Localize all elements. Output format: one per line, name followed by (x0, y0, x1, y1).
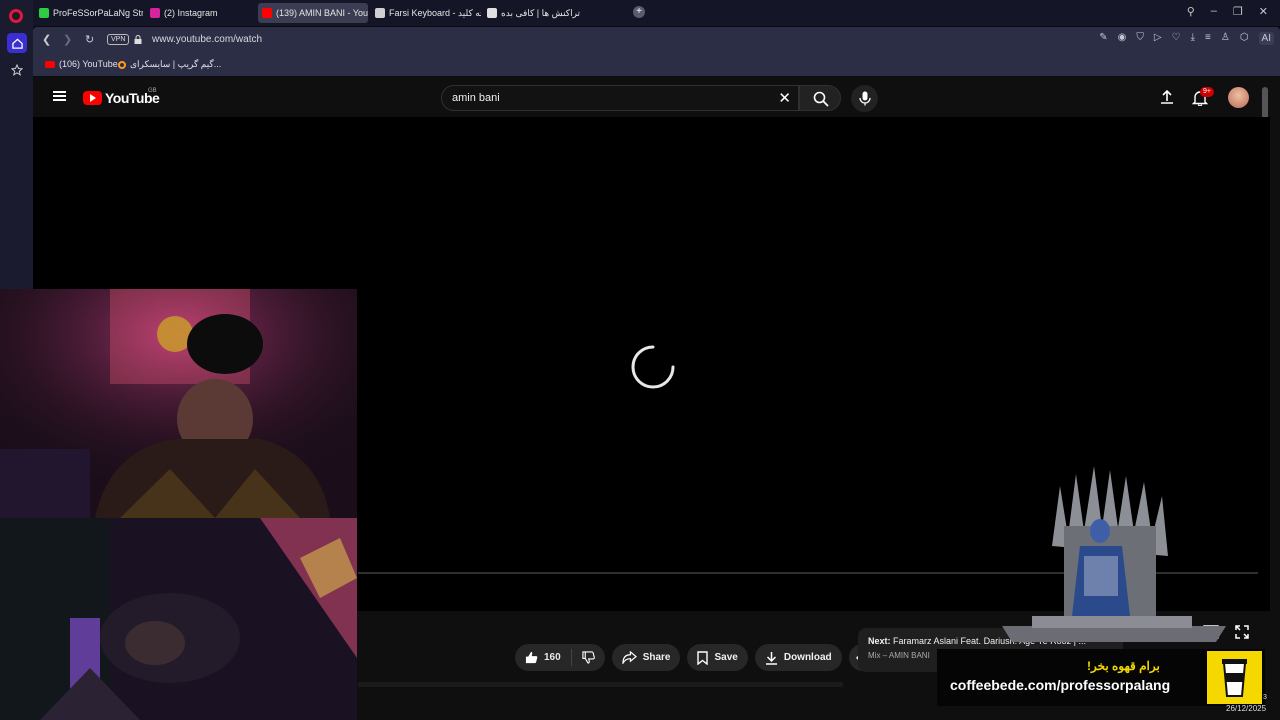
reload-icon[interactable]: ↻ (85, 33, 94, 46)
youtube-icon (262, 8, 272, 18)
address-bar-tools: ✎ ◉ ⛉ ▷ ♡ ⤓ ≡ ♙ ⬡ AI (1099, 32, 1274, 45)
bookmark-icon (697, 650, 709, 665)
loading-spinner-icon (631, 345, 675, 389)
heart-icon[interactable]: ♡ (1172, 32, 1181, 45)
donation-title: برام قهوه بخر! (1087, 659, 1160, 673)
clear-search-icon[interactable]: ✕ (778, 89, 791, 107)
youtube-icon (45, 60, 55, 68)
bookmark-label: گیم گریپ | سایسکرای... (130, 59, 222, 69)
forward-icon[interactable]: ❯ (63, 33, 72, 46)
like-button[interactable]: 160 (515, 649, 572, 666)
bookmark-label: (106) YouTube (59, 59, 118, 69)
youtube-play-icon (83, 91, 102, 105)
bookmark-gamegrip[interactable]: گیم گریپ | سایسکرای... (118, 59, 221, 70)
download-icon[interactable]: ⤓ (1191, 32, 1195, 45)
ai-button[interactable]: AI (1258, 32, 1274, 45)
search-input[interactable]: amin bani ✕ (441, 85, 799, 111)
camera-icon[interactable]: ◉ (1118, 32, 1127, 45)
edit-icon[interactable]: ✎ (1099, 32, 1107, 45)
minimize-icon[interactable]: – (1211, 5, 1217, 18)
opera-logo-icon[interactable] (9, 9, 23, 23)
url-field[interactable]: www.youtube.com/watch (152, 34, 262, 45)
keyboard-icon (375, 8, 385, 18)
like-count: 160 (544, 652, 561, 663)
bookmark-youtube[interactable]: (106) YouTube (45, 59, 118, 69)
ring-icon (118, 60, 126, 69)
instagram-icon (150, 8, 160, 18)
tab-stream[interactable]: ProFeSSorPaLaNg Stream (35, 3, 143, 23)
notification-count-badge: 9+ (1200, 87, 1214, 97)
tab-youtube[interactable]: (139) AMIN BANI - YouTube (258, 3, 368, 23)
tab-label: (2) Instagram (164, 8, 218, 18)
home-icon[interactable] (7, 33, 27, 53)
like-dislike-group: 160 (515, 644, 605, 671)
play-icon[interactable]: ▷ (1154, 32, 1162, 45)
webcam-overlay-face (0, 289, 357, 518)
share-label: Share (642, 652, 671, 663)
download-icon (765, 651, 777, 665)
coffee-cup-icon (1207, 651, 1262, 704)
star-icon[interactable] (7, 60, 27, 80)
taskbar-number: 3 (1263, 694, 1267, 701)
save-button[interactable]: Save (687, 644, 748, 671)
microphone-icon (859, 91, 871, 106)
shield-icon[interactable]: ⛉ (1136, 32, 1144, 45)
search-tabs-icon[interactable]: ⚲ (1187, 5, 1195, 18)
search-icon (813, 91, 829, 107)
webcam-overlay-desk (0, 518, 357, 720)
bookmarks-bar: (106) YouTube گیم گریپ | سایسکرای... (33, 54, 1280, 76)
tab-label: ProFeSSorPaLaNg Stream (53, 8, 143, 18)
tab-label: (139) AMIN BANI - YouTube (276, 8, 368, 18)
next-up-prefix: Next: (868, 636, 891, 646)
video-actions: 160 Share Save Download ••• (515, 644, 876, 671)
donation-url: coffeebede.com/professorpalang (950, 677, 1171, 693)
tab-label: ترا‌کنش ها | کافی بده (501, 7, 581, 18)
save-label: Save (714, 652, 738, 663)
tab-label: Farsi Keyboard - صفحه کلید (389, 7, 481, 18)
close-icon[interactable]: ✕ (1259, 5, 1268, 18)
address-bar: ❮ ❯ ↻ VPN www.youtube.com/watch ✎ ◉ ⛉ ▷ … (33, 27, 1280, 54)
taskbar-date: 26/12/2025 (1226, 704, 1267, 713)
description-edge (358, 682, 843, 687)
tab-instagram[interactable]: (2) Instagram (146, 3, 254, 23)
tab-farsi-keyboard[interactable]: Farsi Keyboard - صفحه کلید (371, 3, 481, 23)
webcam-desk-image (0, 518, 357, 720)
search-query: amin bani (452, 92, 500, 104)
restore-icon[interactable]: ❐ (1233, 5, 1243, 18)
vpn-badge[interactable]: VPN (107, 34, 130, 45)
tab-strip: ProFeSSorPaLaNg Stream (2) Instagram (13… (33, 0, 1280, 26)
coffee-icon (487, 8, 497, 18)
webcam-face-image (0, 289, 357, 518)
download-label: Download (783, 652, 832, 663)
youtube-header: YouTube GB amin bani ✕ 9+ (33, 77, 1270, 262)
share-button[interactable]: Share (611, 644, 681, 671)
throne-overlay-image (1002, 466, 1226, 642)
window-controls: ⚲ – ❐ ✕ (1187, 5, 1268, 18)
thumbs-up-icon (525, 651, 538, 664)
thumbs-down-icon (582, 651, 595, 664)
cube-icon[interactable]: ⬡ (1240, 32, 1249, 45)
fullscreen-icon[interactable] (1235, 625, 1249, 639)
avatar[interactable] (1228, 87, 1249, 108)
hamburger-menu-icon[interactable] (53, 91, 66, 101)
upload-icon[interactable] (1160, 90, 1174, 104)
back-icon[interactable]: ❮ (42, 33, 51, 46)
profile-icon[interactable]: ♙ (1221, 32, 1230, 45)
kick-icon (39, 8, 49, 18)
donation-banner: برام قهوه بخر! coffeebede.com/professorp… (937, 649, 1265, 706)
download-button[interactable]: Download (754, 644, 842, 671)
share-icon (622, 651, 637, 664)
region-code: GB (148, 88, 157, 94)
tab-coffeebede[interactable]: ترا‌کنش ها | کافی بده (483, 3, 593, 23)
lock-icon (134, 35, 142, 44)
search-button[interactable] (799, 85, 841, 111)
iron-throne-image (1002, 466, 1226, 642)
new-tab-plus-icon[interactable]: + (633, 6, 645, 18)
menu-icon[interactable]: ≡ (1205, 32, 1211, 45)
dislike-button[interactable] (572, 651, 605, 664)
voice-search-button[interactable] (851, 85, 878, 112)
